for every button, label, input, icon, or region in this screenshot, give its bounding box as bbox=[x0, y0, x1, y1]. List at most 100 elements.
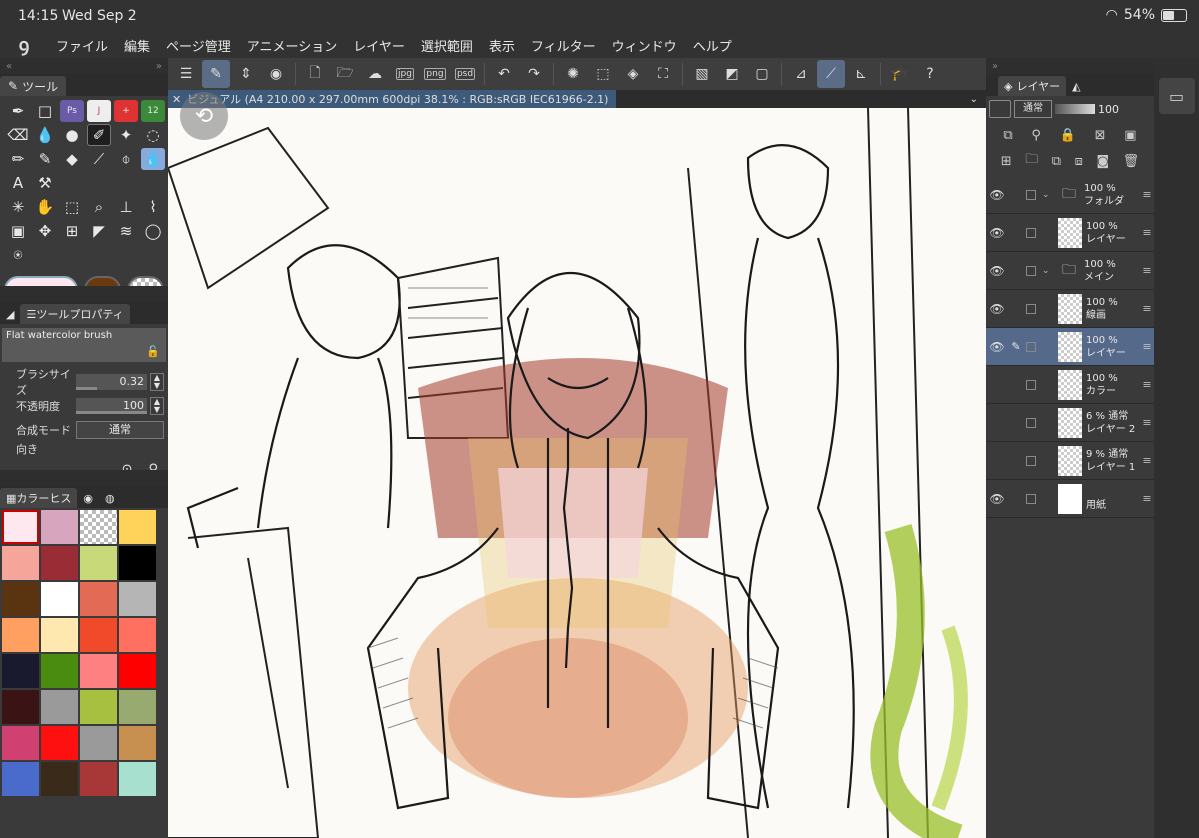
folder-toggle-icon[interactable]: ⌄ bbox=[1042, 190, 1054, 200]
invert-selection-icon[interactable]: ◩ bbox=[718, 60, 746, 88]
layer-blend-select[interactable]: 通常 bbox=[1014, 100, 1052, 118]
layer-menu-icon[interactable]: ≡ bbox=[1140, 492, 1154, 505]
ruler-tool-icon[interactable]: ⌇ bbox=[141, 196, 165, 218]
pencil-tool-icon[interactable]: ✏ bbox=[6, 148, 30, 170]
correct-tool-icon[interactable]: ⚒ bbox=[33, 172, 57, 194]
help-icon[interactable]: ? bbox=[916, 60, 944, 88]
deselect-icon[interactable]: ▧ bbox=[688, 60, 716, 88]
figure-tool-icon[interactable]: ◤ bbox=[87, 220, 111, 242]
visibility-eye-icon[interactable]: 👁 bbox=[986, 340, 1008, 354]
layer-row[interactable]: 👁 100 % レイヤー ≡ bbox=[986, 214, 1154, 252]
color-history-swatch[interactable] bbox=[2, 582, 39, 616]
object-tool-icon[interactable]: ⬚ bbox=[60, 196, 84, 218]
color-history-swatch[interactable] bbox=[119, 762, 156, 796]
new-file-icon[interactable]: 🗋 bbox=[301, 60, 329, 88]
color-history-swatch[interactable] bbox=[41, 762, 78, 796]
layer-menu-icon[interactable]: ≡ bbox=[1140, 188, 1154, 201]
layer-row[interactable]: 👁 ⌄ 🗀 100 % フォルダ ≡ bbox=[986, 176, 1154, 214]
layer-checkbox[interactable] bbox=[1026, 303, 1036, 314]
layer-property-tab-icon[interactable]: ◭ bbox=[1066, 76, 1086, 96]
pal3-icon[interactable]: + bbox=[114, 100, 138, 122]
water-tool-icon[interactable]: 💧 bbox=[141, 148, 165, 170]
visibility-eye-icon[interactable]: 👁 bbox=[986, 302, 1008, 316]
right-collapse-bar[interactable]: » bbox=[986, 58, 1154, 74]
layer-row[interactable]: 👁 ⌄ 🗀 100 % メイン ≡ bbox=[986, 252, 1154, 290]
layer-checkbox[interactable] bbox=[1026, 455, 1036, 466]
close-tab-icon[interactable]: ✕ bbox=[172, 93, 181, 106]
blend-tool-icon[interactable]: ● bbox=[60, 124, 84, 146]
menu-help[interactable]: ヘルプ bbox=[685, 36, 740, 55]
text-tool-icon[interactable]: A bbox=[6, 172, 30, 194]
layer-checkbox[interactable] bbox=[1026, 227, 1036, 238]
color-history-swatch[interactable] bbox=[41, 654, 78, 688]
collapse-left-icon[interactable]: « bbox=[6, 61, 12, 72]
color-history-swatch[interactable] bbox=[41, 510, 78, 544]
color-history-swatch[interactable] bbox=[119, 618, 156, 652]
color-history-swatch[interactable] bbox=[119, 654, 156, 688]
balloon-tool-icon[interactable]: ◯ bbox=[141, 220, 165, 242]
layer-menu-icon[interactable]: ≡ bbox=[1140, 454, 1154, 467]
frame-tool-icon[interactable]: ⊞ bbox=[60, 220, 84, 242]
color-history-swatch[interactable] bbox=[2, 546, 39, 580]
redo-icon[interactable]: ↷ bbox=[520, 60, 548, 88]
lasso-tool-icon[interactable]: ◌ bbox=[141, 124, 165, 146]
chevron-down-icon[interactable]: ⌄ bbox=[970, 94, 978, 105]
layer-opacity-slider[interactable] bbox=[1055, 104, 1095, 114]
brush-name-box[interactable]: Flat watercolor brush 🔓 bbox=[2, 328, 166, 362]
color-history-swatch[interactable] bbox=[80, 582, 117, 616]
clip-icon[interactable]: ⧉ bbox=[1003, 128, 1012, 143]
lock-icon[interactable]: 🔓 bbox=[146, 345, 160, 358]
sparkle-tool-icon[interactable]: ✦ bbox=[114, 124, 138, 146]
export-jpg-icon[interactable]: jpg bbox=[391, 60, 419, 88]
airbrush-tool-icon[interactable]: ✐ bbox=[87, 124, 111, 146]
color-history-swatch[interactable] bbox=[41, 726, 78, 760]
menu-file[interactable]: ファイル bbox=[48, 36, 116, 55]
layer-checkbox[interactable] bbox=[1026, 265, 1036, 276]
new-folder-icon[interactable]: 🗀 bbox=[1025, 150, 1038, 172]
pen-tool-icon[interactable]: ✒ bbox=[6, 100, 30, 122]
line-tool-icon[interactable]: ≋ bbox=[114, 220, 138, 242]
drawing-canvas[interactable] bbox=[168, 108, 986, 838]
layer-row[interactable]: 6 % 通常 レイヤー 2 ≡ bbox=[986, 404, 1154, 442]
clear-icon[interactable]: ⬚ bbox=[589, 60, 617, 88]
brush-size-stepper[interactable]: ▲ ▼ bbox=[150, 373, 164, 391]
brush-size-slider[interactable]: 0.32 bbox=[76, 374, 147, 390]
transform-icon[interactable]: ⛶ bbox=[649, 60, 677, 88]
marker-tool-icon[interactable]: ✎ bbox=[33, 148, 57, 170]
navigator-icon[interactable]: ▭ bbox=[1158, 78, 1195, 114]
visibility-eye-icon[interactable]: 👁 bbox=[986, 264, 1008, 278]
merge-icon[interactable]: ⧈ bbox=[1075, 154, 1083, 169]
mask-icon[interactable]: ◙ bbox=[1096, 154, 1109, 169]
ruler-snap-icon[interactable]: ⊿ bbox=[787, 60, 815, 88]
color-history-swatch[interactable] bbox=[41, 582, 78, 616]
watercolor-tool-icon[interactable]: 💧 bbox=[33, 124, 57, 146]
sub-tool-icon[interactable]: ⍟ bbox=[6, 244, 30, 266]
cloud-icon[interactable]: ☁ bbox=[361, 60, 389, 88]
visibility-eye-icon[interactable]: 👁 bbox=[986, 188, 1008, 202]
color-history-swatch[interactable] bbox=[80, 546, 117, 580]
pen-snap-icon[interactable]: ⊾ bbox=[847, 60, 875, 88]
visibility-eye-icon[interactable]: 👁 bbox=[986, 492, 1008, 506]
color-history-swatch[interactable] bbox=[2, 726, 39, 760]
color-history-swatch[interactable] bbox=[41, 618, 78, 652]
layer-type-select[interactable] bbox=[989, 100, 1011, 118]
tool-panel-tab[interactable]: ✎ ツール bbox=[0, 76, 67, 96]
blend-select[interactable]: 通常 bbox=[76, 421, 164, 439]
colorhist-collapse-bar[interactable] bbox=[0, 470, 168, 486]
palette2-tab-icon[interactable]: ◍ bbox=[99, 488, 121, 508]
copy-layer-icon[interactable]: ⧉ bbox=[1052, 154, 1061, 169]
new-layer-icon[interactable]: ⊞ bbox=[1001, 154, 1012, 169]
open-icon[interactable]: 🗁 bbox=[331, 60, 359, 88]
collapse-right-icon[interactable]: » bbox=[156, 61, 162, 72]
layer-menu-icon[interactable]: ≡ bbox=[1140, 378, 1154, 391]
color-history-swatch[interactable] bbox=[2, 654, 39, 688]
color-history-swatch[interactable] bbox=[2, 762, 39, 796]
export-png-icon[interactable]: png bbox=[421, 60, 449, 88]
layer-menu-icon[interactable]: ≡ bbox=[1140, 302, 1154, 315]
stamp-tool-icon[interactable]: ⊥ bbox=[114, 196, 138, 218]
learn-icon[interactable]: 🎓 bbox=[886, 60, 914, 88]
zoom-tool-icon[interactable]: ⌕ bbox=[87, 196, 111, 218]
select-border-icon[interactable]: ▢ bbox=[748, 60, 776, 88]
color-history-swatch[interactable] bbox=[80, 762, 117, 796]
pal1-icon[interactable]: Ps bbox=[60, 100, 84, 122]
